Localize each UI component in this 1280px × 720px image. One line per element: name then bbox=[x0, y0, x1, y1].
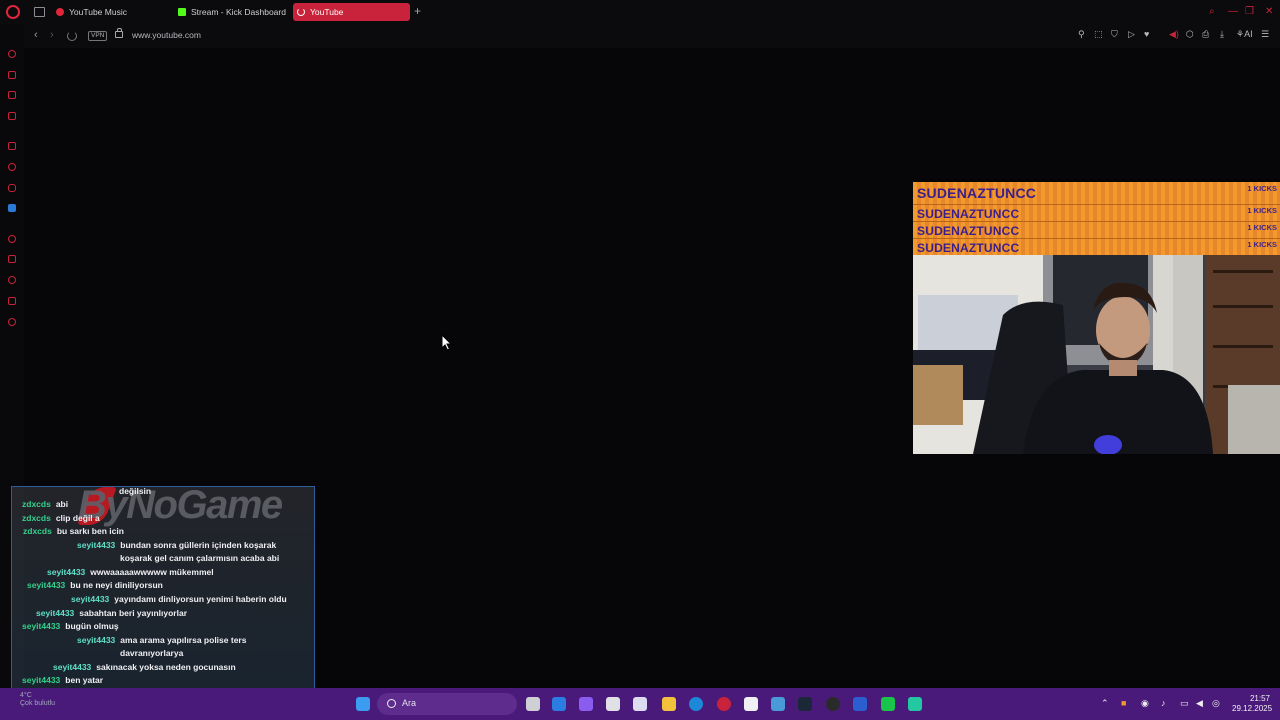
app3-taskbar-icon[interactable] bbox=[908, 697, 922, 711]
player-icon[interactable] bbox=[8, 235, 16, 243]
alert-row: SUDENAZTUNCC 1 KICKS bbox=[913, 205, 1280, 222]
chat-message: zdxcds bu sarkı ben icin bbox=[23, 526, 124, 536]
clock[interactable]: 21:57 29.12.2025 bbox=[1232, 694, 1272, 714]
file-explorer-icon[interactable] bbox=[662, 697, 676, 711]
search-tabs-icon[interactable]: ⌕ bbox=[1209, 6, 1215, 17]
edge-icon[interactable] bbox=[689, 697, 703, 711]
chat-message: seyit4433 bugün olmuş bbox=[22, 621, 119, 631]
forward-icon[interactable]: › bbox=[50, 29, 54, 41]
speaker-icon[interactable]: ◀) bbox=[1169, 29, 1179, 40]
tab-kick-dashboard[interactable]: Stream - Kick Dashboard bbox=[174, 3, 288, 21]
chat-message: seyit4433 ben yatar bbox=[22, 675, 104, 685]
close-button[interactable]: ✕ bbox=[1265, 6, 1273, 17]
tab-youtube[interactable]: YouTube bbox=[293, 3, 410, 21]
pinboard-icon[interactable] bbox=[8, 255, 16, 263]
opera-menu-icon[interactable] bbox=[6, 5, 20, 19]
chat-message: seyit4433 ama arama yapılırsa polise ters bbox=[77, 635, 247, 645]
chevron-up-icon[interactable]: ⌃ bbox=[1101, 698, 1109, 709]
chat-message: davranıyorlarya bbox=[120, 648, 184, 658]
store-icon[interactable] bbox=[606, 697, 620, 711]
lock-icon[interactable] bbox=[115, 28, 123, 38]
kick-taskbar-icon[interactable] bbox=[881, 697, 895, 711]
ai-icon[interactable]: ⚘AI bbox=[1236, 29, 1253, 40]
play-icon[interactable]: ▷ bbox=[1128, 29, 1135, 40]
chat-message: seyit4433 sakınacak yoksa neden gocunasın bbox=[53, 662, 236, 672]
twitch-icon[interactable] bbox=[8, 142, 16, 150]
chat-message: koşarak gel canım çalarmısın acaba abi bbox=[120, 553, 280, 563]
chat-message: seyit4433 yayındamı dinliyorsun yenimi ha… bbox=[71, 594, 287, 604]
reload-icon[interactable] bbox=[67, 31, 77, 41]
heart-icon[interactable]: ♥ bbox=[1144, 29, 1149, 39]
extensions-icon[interactable]: ⬡ bbox=[1186, 29, 1194, 40]
copilot-icon[interactable] bbox=[579, 697, 593, 711]
tray-app-icon[interactable]: ■ bbox=[1121, 698, 1126, 708]
chat-icon[interactable] bbox=[8, 297, 16, 305]
app-icon[interactable] bbox=[8, 204, 16, 212]
chat-message: zdxcds clip değil a bbox=[22, 513, 100, 523]
webcam-feed bbox=[913, 255, 1280, 454]
tray-steam-icon[interactable]: ◉ bbox=[1141, 698, 1149, 709]
chat-message: değilsin bbox=[119, 486, 152, 496]
shield-icon[interactable]: ⛉ bbox=[1111, 29, 1118, 40]
alert-row: SUDENAZTUNCC 1 KICKS bbox=[913, 222, 1280, 239]
weather-widget[interactable]: 4°C Çok bulutlu bbox=[20, 692, 55, 708]
maximize-button[interactable]: ❐ bbox=[1245, 6, 1254, 17]
chat-message: zdxcds abi bbox=[22, 499, 69, 509]
tab-youtube-music[interactable]: YouTube Music bbox=[52, 3, 170, 21]
app2-taskbar-icon[interactable] bbox=[853, 697, 867, 711]
alert-row: SUDENAZTUNCC 1 KICKS bbox=[913, 182, 1280, 205]
whatsapp-icon[interactable] bbox=[8, 163, 16, 171]
back-icon[interactable]: ‹ bbox=[34, 29, 38, 41]
youtube-music-icon bbox=[56, 8, 64, 16]
volume-icon[interactable]: ◀ bbox=[1196, 698, 1203, 709]
obs-icon[interactable] bbox=[826, 697, 840, 711]
search-icon bbox=[387, 699, 396, 708]
alert-row: SUDENAZTUNCC 1 KICKS bbox=[913, 239, 1280, 256]
workspaces-icon[interactable] bbox=[8, 71, 16, 79]
chat-message: seyit4433 bu ne neyi diniliyorsun bbox=[27, 580, 163, 590]
taskbar: Ara ⌃ ■ ◉ ♪ ▭ ◀ ◎ 21:57 29.12.2025 bbox=[0, 688, 1280, 720]
chat-message: seyit4433 sabahtan beri yayınlıyorlar bbox=[36, 608, 188, 618]
messenger-icon[interactable] bbox=[8, 91, 16, 99]
brand-watermark: ByNoGame bbox=[78, 486, 283, 527]
snipping-tool-icon[interactable] bbox=[633, 697, 647, 711]
notification-icon[interactable]: ◎ bbox=[1212, 698, 1220, 709]
kick-alerts: SUDENAZTUNCC 1 KICKS SUDENAZTUNCC 1 KICK… bbox=[913, 182, 1280, 256]
menu-icon[interactable]: ☰ bbox=[1261, 29, 1269, 40]
stream-overlay: SUDENAZTUNCC 1 KICKS SUDENAZTUNCC 1 KICK… bbox=[913, 182, 1280, 454]
mail-icon[interactable] bbox=[8, 112, 16, 120]
mail-app-icon[interactable] bbox=[552, 697, 566, 711]
taskbar-search[interactable]: Ara bbox=[377, 693, 517, 715]
loading-icon bbox=[297, 8, 305, 16]
tab-overview-icon[interactable] bbox=[34, 7, 45, 17]
app-taskbar-icon[interactable] bbox=[771, 697, 785, 711]
download-icon[interactable]: ⤓ bbox=[1220, 29, 1224, 40]
start-button[interactable] bbox=[356, 697, 370, 711]
new-tab-button[interactable]: + bbox=[414, 4, 421, 18]
chat-message: seyit4433 bundan sonra güllerin içinden k… bbox=[77, 540, 277, 550]
mouse-cursor-icon bbox=[441, 334, 453, 351]
tab-strip: YouTube Music Stream - Kick Dashboard Yo… bbox=[0, 0, 1280, 24]
history-icon[interactable] bbox=[8, 276, 16, 284]
microphone-icon[interactable]: ♪ bbox=[1161, 698, 1166, 708]
network-icon[interactable]: ▭ bbox=[1180, 698, 1189, 709]
snapshot-icon[interactable]: ⬚ bbox=[1094, 29, 1103, 40]
task-view-icon[interactable] bbox=[526, 697, 540, 711]
steam-icon[interactable] bbox=[798, 697, 812, 711]
printer-icon[interactable]: ⎙ bbox=[1202, 29, 1209, 40]
notepad-icon[interactable] bbox=[744, 697, 758, 711]
address-bar: ‹ › VPN www.youtube.com ⚲ ⬚ ⛉ ▷ ♥ ◀) ⬡ ⎙… bbox=[24, 24, 1280, 48]
minimize-button[interactable]: — bbox=[1228, 6, 1238, 17]
instagram-icon[interactable] bbox=[8, 184, 16, 192]
kick-icon bbox=[178, 8, 186, 16]
vpn-badge[interactable]: VPN bbox=[88, 31, 108, 41]
url-field[interactable]: www.youtube.com bbox=[132, 30, 201, 40]
opera-taskbar-icon[interactable] bbox=[717, 697, 731, 711]
settings-icon[interactable] bbox=[8, 318, 16, 326]
chat-message: seyit4433 wwwaaaaawwwww mükemmel bbox=[47, 567, 214, 577]
chat-overlay: ByNoGame değilsin zdxcds abi zdxcds clip d… bbox=[11, 486, 315, 714]
pin-icon[interactable]: ⚲ bbox=[1078, 29, 1085, 40]
aria-icon[interactable] bbox=[8, 50, 16, 58]
